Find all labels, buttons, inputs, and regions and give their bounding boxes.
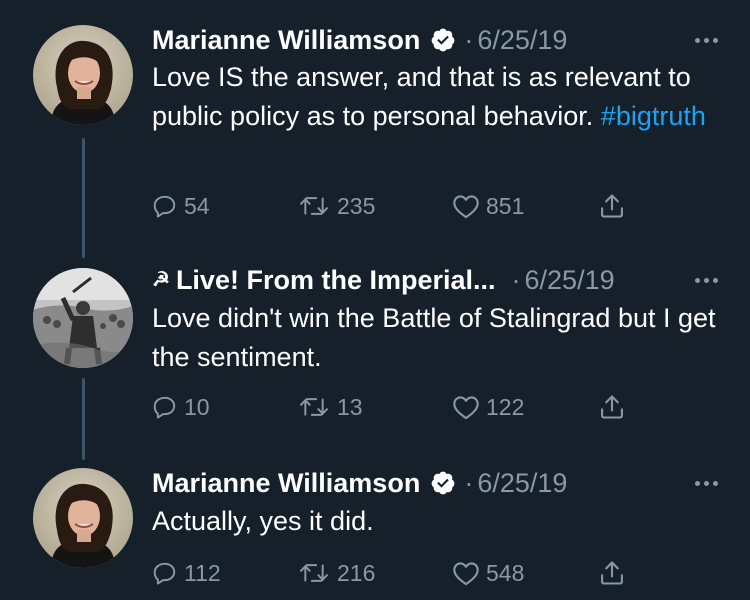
date-separator: · — [511, 265, 521, 295]
like-count: 122 — [486, 393, 525, 420]
reply-button[interactable]: 54 — [152, 186, 210, 226]
retweet-icon — [300, 564, 328, 582]
like-icon — [453, 562, 479, 586]
retweet-button[interactable]: 216 — [297, 553, 375, 593]
reply-button[interactable]: 10 — [152, 387, 210, 427]
date-separator: · — [464, 25, 474, 55]
share-button[interactable] — [598, 553, 626, 593]
author-name[interactable]: Marianne Williamson — [152, 463, 420, 503]
author-avatar[interactable] — [33, 468, 133, 568]
reply-icon — [153, 562, 176, 585]
retweet-count: 13 — [337, 393, 363, 420]
tweet-actions: 54 235 851 — [152, 186, 632, 226]
reply-count: 54 — [184, 192, 210, 219]
thread-line-1 — [82, 138, 85, 258]
tweet-text: Actually, yes it did. — [152, 502, 722, 541]
tweet-date[interactable]: 6/25/19 — [525, 260, 615, 300]
date-separator: · — [464, 468, 474, 498]
retweet-button[interactable]: 235 — [297, 186, 375, 226]
tweet-header: Marianne Williamson · 6/25/19 — [152, 463, 567, 503]
more-icon[interactable] — [691, 20, 718, 60]
like-icon — [453, 195, 479, 219]
share-button[interactable] — [598, 186, 626, 226]
reply-icon — [153, 396, 176, 419]
like-count: 851 — [486, 192, 525, 219]
tweet-text: Love IS the answer, and that is as relev… — [152, 58, 722, 136]
share-icon — [601, 561, 623, 585]
verified-badge-icon — [430, 470, 456, 496]
author-avatar[interactable] — [33, 25, 133, 125]
retweet-icon — [300, 398, 328, 416]
retweet-icon — [300, 197, 328, 215]
tweet-actions: 10 13 122 — [152, 387, 632, 427]
share-button[interactable] — [598, 387, 626, 427]
author-avatar[interactable] — [33, 268, 133, 368]
share-icon — [601, 395, 623, 419]
reply-button[interactable]: 112 — [152, 553, 221, 593]
like-button[interactable]: 851 — [452, 186, 524, 226]
tweet-date[interactable]: 6/25/19 — [477, 463, 567, 503]
tweet-date[interactable]: 6/25/19 — [477, 20, 567, 60]
like-icon — [453, 396, 479, 420]
like-count: 548 — [486, 559, 525, 586]
tweet-header: ☭ Live! From the Imperial... · 6/25/19 — [152, 260, 615, 300]
tweet-actions: 112 216 548 — [152, 553, 632, 593]
reply-count: 112 — [184, 559, 221, 586]
reply-count: 10 — [184, 393, 210, 420]
author-name[interactable]: Marianne Williamson — [152, 20, 420, 60]
more-icon[interactable] — [691, 260, 718, 300]
verified-badge-icon — [430, 27, 456, 53]
retweet-button[interactable]: 13 — [297, 387, 363, 427]
thread-line-2 — [82, 378, 85, 460]
author-badge-emoji: ☭ — [152, 269, 170, 291]
hashtag-link[interactable]: #bigtruth — [601, 101, 706, 131]
like-button[interactable]: 122 — [452, 387, 524, 427]
retweet-count: 235 — [337, 192, 376, 219]
tweet-text: Love didn't win the Battle of Stalingrad… — [152, 299, 722, 377]
retweet-count: 216 — [337, 559, 376, 586]
tweet-header: Marianne Williamson · 6/25/19 — [152, 20, 567, 60]
tweet-body: Love didn't win the Battle of Stalingrad… — [152, 303, 716, 372]
tweet-body: Actually, yes it did. — [152, 506, 374, 536]
reply-icon — [153, 195, 176, 218]
share-icon — [601, 194, 623, 218]
like-button[interactable]: 548 — [452, 553, 524, 593]
author-name[interactable]: Live! From the Imperial... — [176, 260, 496, 300]
more-icon[interactable] — [691, 463, 718, 503]
